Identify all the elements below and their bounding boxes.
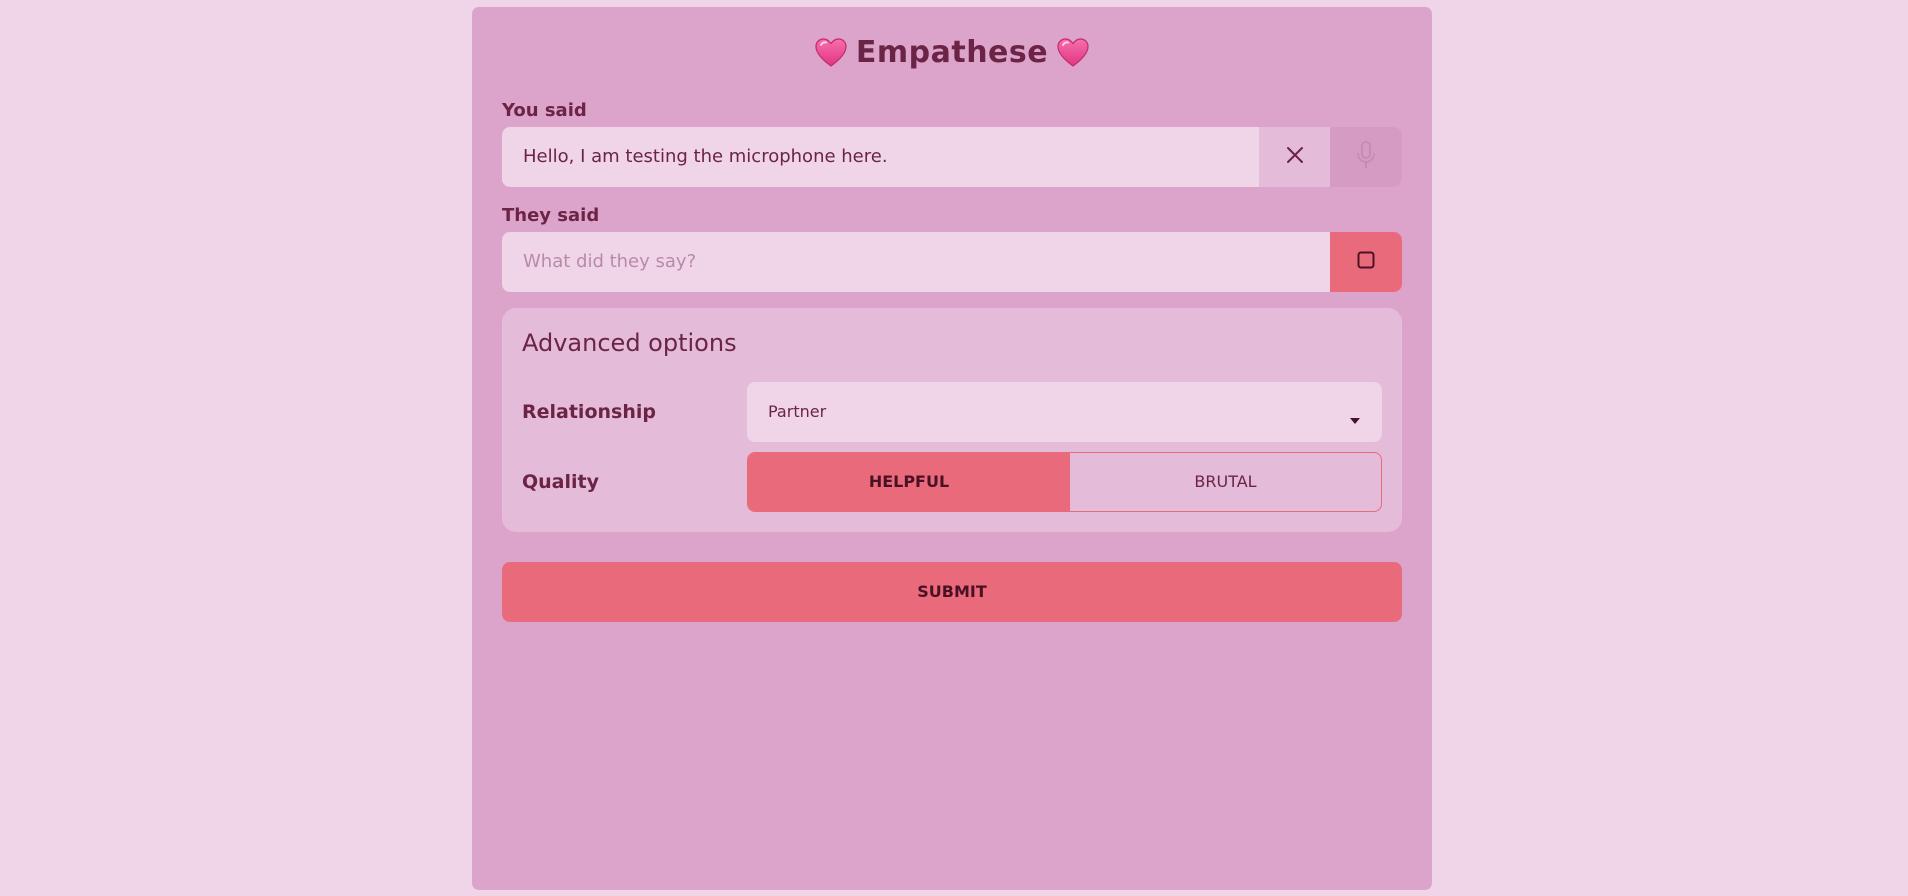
heart-icon [814,36,848,70]
relationship-label: Relationship [522,401,656,423]
stop-icon [1356,250,1376,274]
you-said-field[interactable]: Hello, I am testing the microphone here. [502,127,1402,187]
quality-label: Quality [522,471,599,493]
microphone-icon [1355,140,1377,174]
relationship-value: Partner [768,402,827,421]
they-said-label: They said [502,205,600,226]
relationship-select[interactable]: Partner [747,382,1382,442]
app-title: Empathese [855,35,1049,70]
they-said-field[interactable]: What did they say? [502,232,1402,292]
app-header: Empathese [472,35,1432,70]
quality-option-brutal[interactable]: BRUTAL [1070,453,1381,511]
you-said-input[interactable]: Hello, I am testing the microphone here. [523,127,888,187]
caret-down-icon [1350,409,1360,428]
advanced-options-title[interactable]: Advanced options [522,329,737,357]
quality-toggle: HELPFUL BRUTAL [747,452,1382,512]
they-said-input[interactable]: What did they say? [523,232,696,292]
submit-button[interactable]: SUBMIT [502,562,1402,622]
advanced-options-panel: Advanced options Relationship Partner Qu… [502,308,1402,532]
you-said-label: You said [502,100,587,121]
quality-option-helpful[interactable]: HELPFUL [748,453,1070,511]
main-card: Empathese You said Hello, I am testing t… [472,7,1432,890]
clear-button[interactable] [1259,127,1330,187]
microphone-button[interactable] [1330,127,1402,187]
heart-icon [1056,36,1090,70]
close-icon [1285,145,1305,169]
stop-recording-button[interactable] [1330,232,1402,292]
